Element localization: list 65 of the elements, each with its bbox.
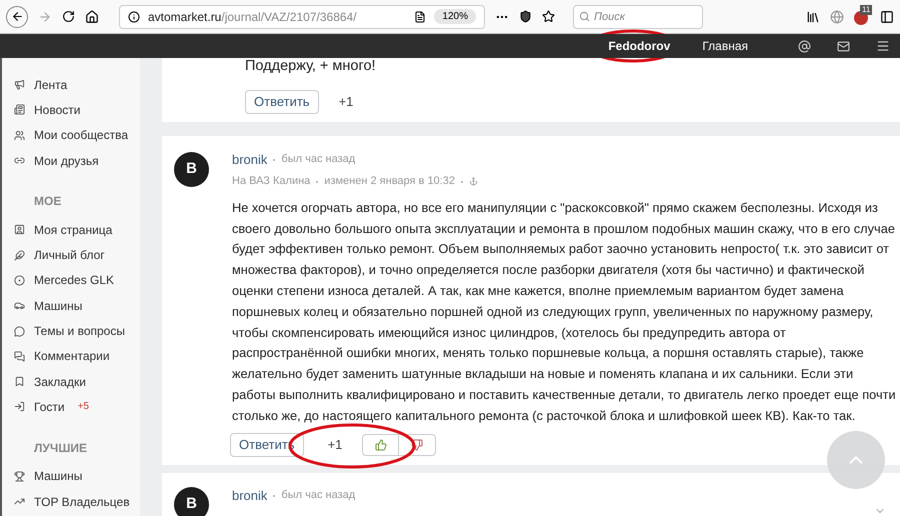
sidebar-item[interactable]: Закладки (14, 368, 140, 394)
guests-count: +5 (78, 400, 89, 414)
menu-icon[interactable] (876, 39, 890, 53)
home-link[interactable]: Главная (702, 37, 748, 55)
sidebar-item[interactable]: Машины (14, 293, 140, 318)
last-seen: был час назад (281, 152, 356, 168)
sidebar-item[interactable]: TOP Владельцев (14, 488, 140, 514)
speech-bubbles-icon (14, 350, 25, 362)
info-icon[interactable] (128, 10, 140, 22)
sidebar-item[interactable]: Новости (14, 97, 140, 123)
last-seen: был час назад (281, 488, 356, 504)
author-link[interactable]: bronik (232, 486, 268, 506)
arrow-left-icon (10, 10, 24, 23)
sidebar-item[interactable]: Гости +5 (14, 394, 140, 420)
star-icon[interactable] (542, 10, 555, 23)
comment-text: Поддержу, + много! (245, 57, 377, 76)
address-bar[interactable]: avtomarket.ru/journal/VAZ/2107/36864/ 120% (119, 4, 485, 28)
search-field[interactable]: Поиск (573, 5, 703, 29)
sidebar-item[interactable]: Лента (14, 72, 140, 98)
sidebar-icon[interactable] (880, 10, 894, 24)
link-icon (14, 155, 25, 166)
mail-icon[interactable] (837, 40, 850, 52)
reader-view-icon[interactable] (414, 10, 426, 22)
globe-icon[interactable] (830, 10, 844, 24)
sidebar-item[interactable]: Мои друзья (14, 148, 140, 174)
car-icon (14, 300, 25, 312)
sidebar-item[interactable]: Mercedes GLK (14, 268, 140, 294)
people-icon (14, 130, 25, 141)
search-icon (579, 11, 590, 22)
sidebar-item[interactable]: Мои сообщества (14, 122, 140, 148)
newspaper-icon (14, 104, 25, 116)
section-heading: ЛУЧШИЕ (33, 440, 88, 457)
author-link[interactable]: bronik (232, 150, 268, 170)
trophy-icon (14, 470, 25, 482)
trend-icon (14, 496, 25, 507)
rating-score: +1 (338, 93, 354, 111)
home-button[interactable] (85, 10, 99, 24)
avatar[interactable]: B (174, 152, 209, 187)
reply-button[interactable]: Ответить (245, 90, 319, 114)
profile-icon (14, 224, 25, 236)
zoom-level[interactable]: 120% (434, 9, 476, 24)
mention-icon[interactable] (798, 40, 811, 52)
edited-date: изменен 2 января в 10:32 (324, 174, 455, 190)
bookmark-icon (14, 376, 25, 388)
section-heading: МОЕ (33, 193, 62, 210)
reload-button[interactable] (62, 10, 75, 23)
sidebar-item[interactable]: Машины (14, 464, 140, 489)
url-text: avtomarket.ru/journal/VAZ/2107/36864/ (148, 8, 358, 26)
feather-icon (14, 250, 25, 261)
sidebar-item[interactable]: Личный блог (14, 242, 140, 268)
back-button[interactable] (6, 6, 28, 28)
rating-score: +1 (328, 436, 342, 454)
avatar[interactable]: B (174, 486, 209, 516)
sidebar-item[interactable]: Темы и вопросы (14, 318, 140, 344)
comment-text: Не хочется огорчать автора, но все его манипуляции с "раскоксовкой" прямо скажем бесполезны. Исходя из своего довольно большого опыта эксплуатации и ремонта в прошлом подобных машин скажу, что в его случае будет эффективен только ремонт. Объем выполняемых работ заочно установить непросто( т.к. это зависит от множества факторов), и точно определяется после разборки двигателя (хотя бы частично) и фактической оценки степени износа деталей. А так, как мне кажется, вполне приемлемым вариантом будет замена поршневых колец и обязательно поршней одной из следующих групп, увеличенных по наружному размеру, чтобы скомпенсировать имеющийся износ цилиндров, (хотелось бы предупредить автора от распространённой ошибки многих, менять только поршневые кольца, а поршня оставлять старые), также желательно будет заменить шатунные вкладыши на новые и поменять клапана и их сальники. Если эти работы выполнить квалифицировано и поставить качественные детали, то двигатель легко проедет еще почти столько же, до настоящего капитального ремонта (с расточкой блока и шлифовкой шеек КВ). Как-то так. (232, 198, 896, 425)
door-icon (14, 401, 25, 412)
megaphone-icon (14, 79, 25, 90)
thumbs-down-icon (411, 438, 424, 451)
sidebar-item[interactable]: Комментарии (14, 344, 140, 369)
sidebar-item[interactable]: Моя страница (14, 217, 140, 242)
extension-badge: 11 (860, 4, 872, 14)
library-icon[interactable] (806, 10, 820, 24)
anchor-icon[interactable] (468, 177, 478, 186)
speech-bubble-icon (14, 326, 25, 337)
thumbs-up-icon (374, 438, 387, 451)
